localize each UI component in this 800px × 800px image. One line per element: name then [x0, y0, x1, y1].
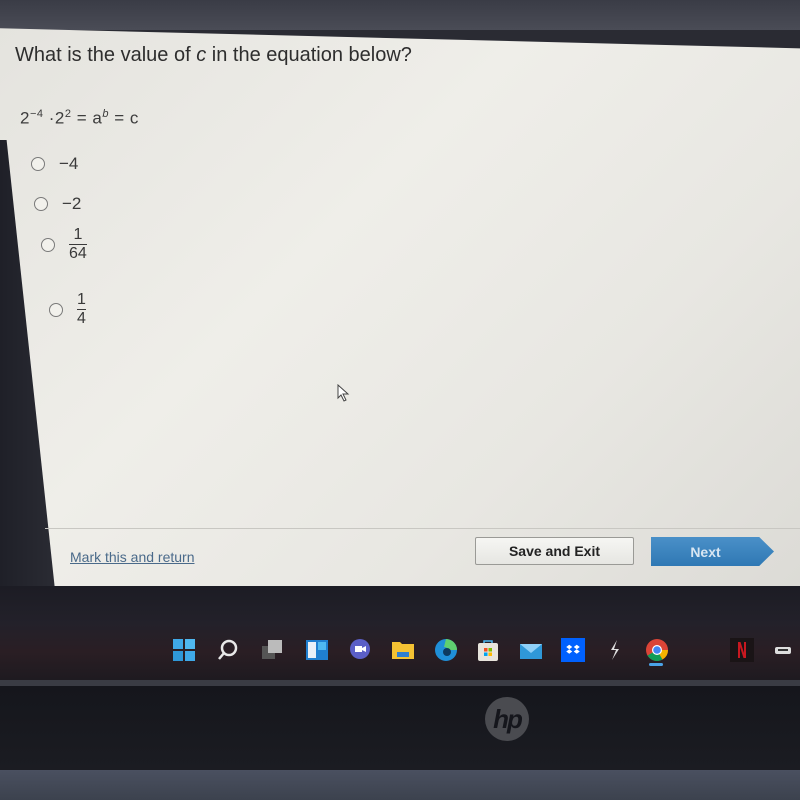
- chrome-icon[interactable]: [645, 638, 669, 662]
- laptop-base: [0, 770, 800, 800]
- save-and-exit-button[interactable]: Save and Exit: [475, 537, 634, 565]
- next-button[interactable]: Next: [651, 537, 774, 566]
- footer-divider: [45, 528, 800, 529]
- answer-option-1[interactable]: −4: [31, 154, 78, 174]
- microsoft-store-icon[interactable]: [476, 638, 500, 662]
- netflix-icon[interactable]: [730, 638, 754, 662]
- eq-equals1: =: [71, 108, 93, 128]
- answer-option-4[interactable]: 1 4: [49, 292, 86, 327]
- fraction-denominator: 64: [69, 245, 87, 262]
- question-text: What is the value of c in the equation b…: [15, 44, 412, 67]
- search-icon[interactable]: [216, 638, 240, 662]
- mail-icon[interactable]: [519, 638, 543, 662]
- fraction-numerator: 1: [73, 226, 83, 243]
- radio-button[interactable]: [41, 237, 55, 252]
- radio-button[interactable]: [34, 197, 48, 211]
- eq-exp-b: b: [102, 108, 109, 120]
- radio-button[interactable]: [31, 157, 45, 171]
- mark-and-return-link[interactable]: Mark this and return: [70, 549, 195, 565]
- edge-icon[interactable]: [434, 638, 458, 662]
- mouse-cursor-icon: [337, 384, 350, 402]
- eq-exp1: −4: [29, 108, 44, 120]
- taskbar: [0, 586, 800, 680]
- radio-button[interactable]: [49, 302, 63, 317]
- teams-chat-icon[interactable]: [348, 638, 372, 662]
- dropbox-icon[interactable]: [561, 638, 585, 662]
- equation: 2−4 ·22 = ab = c: [20, 108, 139, 129]
- eq-equals2: =: [108, 108, 130, 128]
- screen-bezel-top: [0, 0, 800, 30]
- hp-logo: hp: [485, 697, 529, 741]
- laptop-bezel: [0, 686, 800, 770]
- answer-option-3[interactable]: 1 64: [41, 227, 87, 262]
- question-suffix: in the equation below?: [206, 44, 412, 66]
- eq-c: c: [129, 108, 139, 128]
- eq-base1: 2: [20, 108, 30, 128]
- eq-a: a: [92, 108, 103, 128]
- windows-start-icon[interactable]: [172, 638, 196, 662]
- eq-base2: 2: [54, 108, 65, 128]
- app-icon[interactable]: [603, 638, 627, 662]
- task-view-icon[interactable]: [260, 638, 284, 662]
- answer-option-2[interactable]: −2: [34, 194, 81, 214]
- fraction-numerator: 1: [77, 291, 86, 308]
- question-prefix: What is the value of: [15, 44, 197, 66]
- option-fraction: 1 64: [69, 227, 87, 262]
- widgets-icon[interactable]: [305, 638, 329, 662]
- option-fraction: 1 4: [77, 292, 86, 327]
- fraction-denominator: 4: [77, 310, 86, 327]
- file-explorer-icon[interactable]: [391, 638, 415, 662]
- option-label: −2: [62, 194, 82, 213]
- quiz-screen: [0, 28, 800, 586]
- option-label: −4: [59, 154, 79, 173]
- question-variable: c: [196, 44, 207, 66]
- tray-icon[interactable]: [771, 638, 795, 662]
- eq-exp2: 2: [64, 108, 72, 120]
- active-app-indicator: [649, 663, 663, 666]
